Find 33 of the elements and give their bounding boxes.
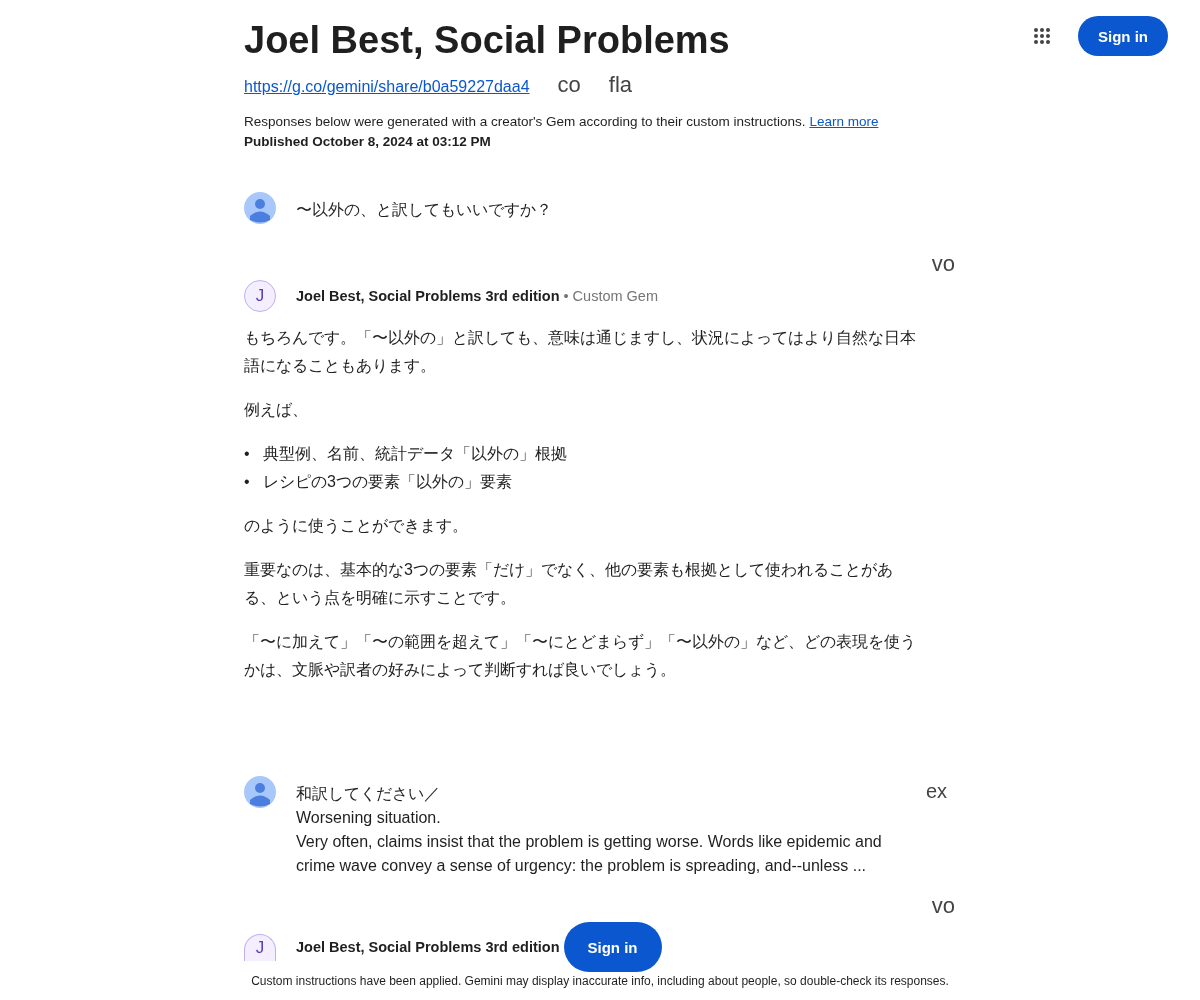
share-link[interactable]: https://g.co/gemini/share/b0a59227daa4 (244, 78, 530, 96)
gem-avatar: J (244, 933, 276, 961)
published-date: Published October 8, 2024 at 03:12 PM (244, 133, 492, 151)
list-item: 典型例、名前、統計データ「以外の」根拠 (263, 444, 567, 464)
gem-name: Joel Best, Social Problems 3rd edition (296, 288, 560, 304)
text-fragment: co (557, 72, 581, 98)
gem-avatar: J (244, 280, 276, 312)
learn-more-link[interactable]: Learn more (809, 114, 879, 129)
bullet-mark: • (244, 472, 251, 492)
user-avatar-icon (244, 192, 276, 224)
gem-name: Joel Best, Social Problems 3rd edition (296, 939, 560, 955)
user-message: Very often, claims insist that the problem is getting worse. Words like epidemic and crime wave convey a sense of urgency: the problem is spreading, and--unless ... (296, 832, 883, 876)
sign-in-button[interactable]: Sign in (1078, 16, 1168, 56)
response-paragraph: 重要なのは、基本的な3つの要素「だけ」でなく、他の要素も根拠として使われることがある、という点を明確に示すことです。 (244, 560, 894, 608)
response-paragraph: 例えば、 (244, 400, 309, 420)
disclaimer-footer: Custom instructions have been applied. Gemini may display inaccurate info, including about people, so double-check its responses. (0, 974, 1200, 988)
text-fragment: vo (931, 894, 955, 918)
text-fragment: fla (608, 72, 633, 98)
text-fragment: vo (931, 252, 955, 276)
list-item: レシピの3つの要素「以外の」要素 (263, 472, 512, 492)
text-fragment: ex (925, 780, 947, 803)
response-paragraph: のように使うことができます。 (244, 516, 469, 536)
response-paragraph: 「〜に加えて」「〜の範囲を超えて」「〜にとどまらず」「〜以外の」など、どの表現を使うかは、文脈や訳者の好みによって判断すれば良いでしょう。 (244, 632, 916, 680)
gem-label-text: • Custom Gem (563, 288, 658, 304)
user-message: 和訳してください／ (296, 784, 441, 804)
response-paragraph: もちろんです。「〜以外の」と訳しても、意味は通じますし、状況によってはより自然な日本語になることもあります。 (244, 328, 916, 376)
user-message: Worsening situation. (296, 808, 442, 828)
user-avatar-icon (244, 776, 276, 808)
bullet-mark: • (244, 444, 251, 464)
page-title: Joel Best, Social Problems (244, 18, 731, 63)
user-message: 〜以外の、と訳してもいいですか？ (296, 200, 553, 220)
notice-text: Responses below were generated with a creator's Gem according to their custom instructions. Learn more (244, 113, 880, 131)
sign-in-button[interactable]: Sign in (563, 922, 662, 972)
